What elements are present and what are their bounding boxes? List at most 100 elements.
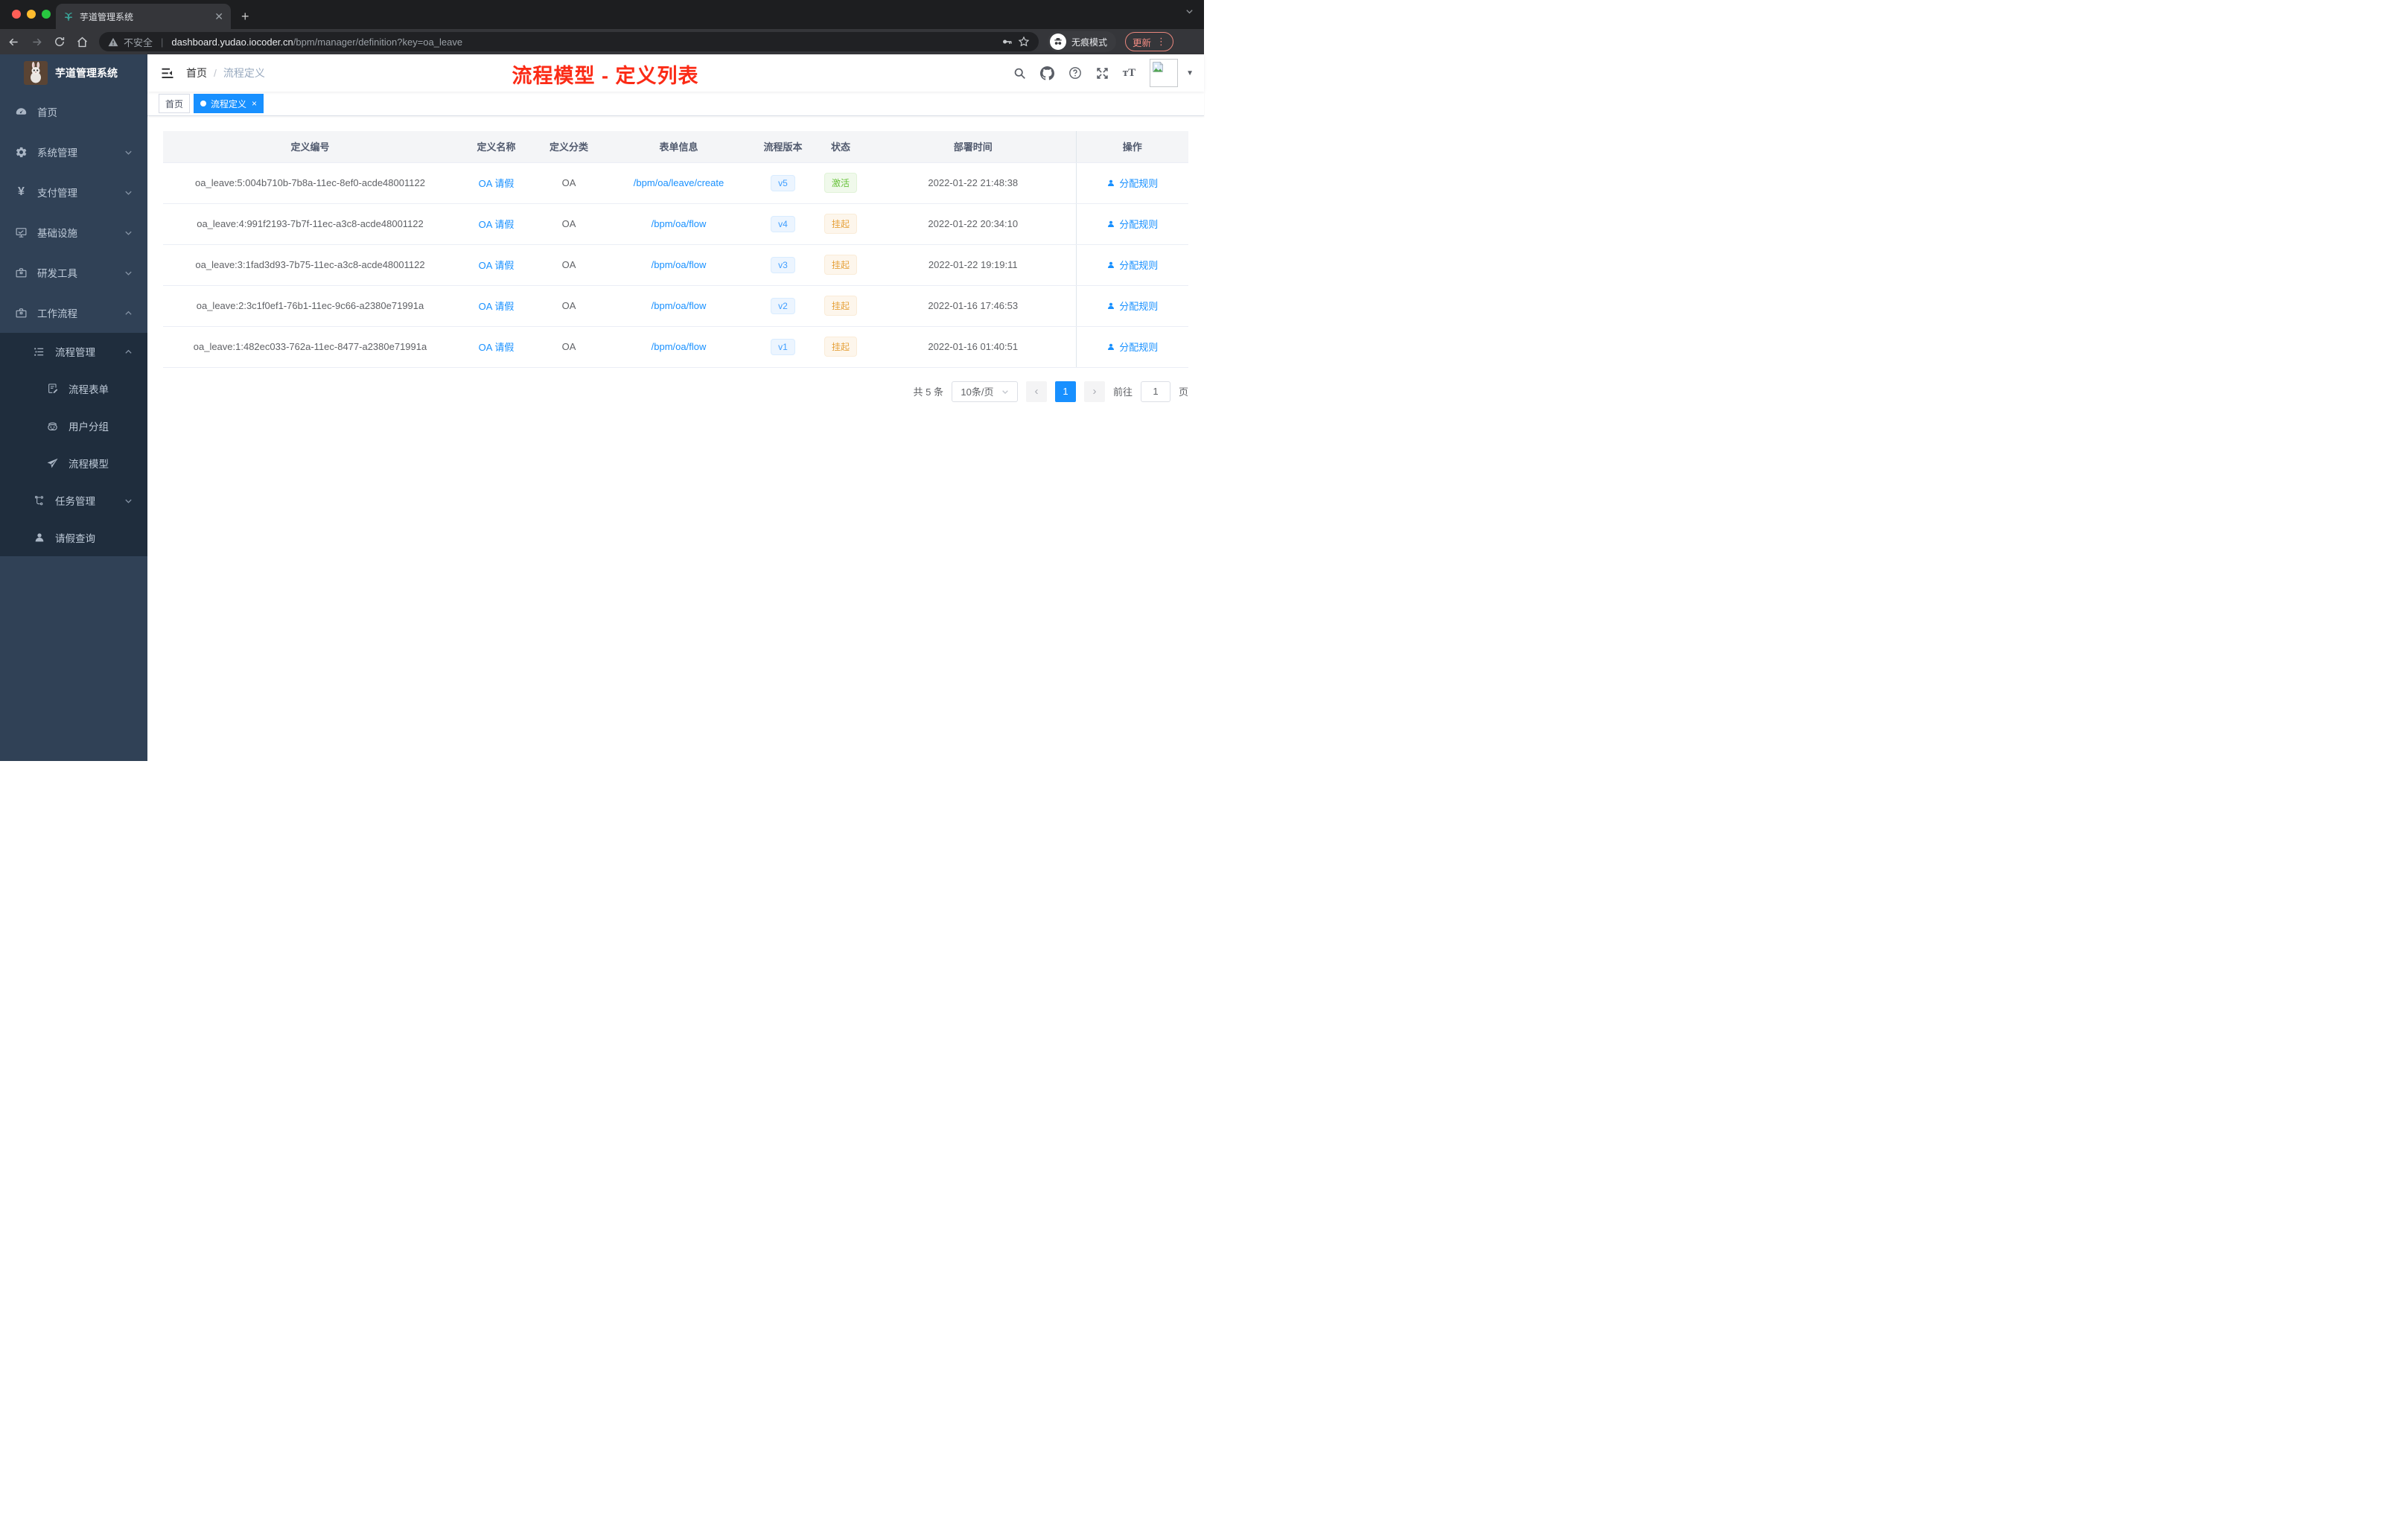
definition-name-link[interactable]: OA 请假: [479, 219, 515, 230]
search-icon[interactable]: [1013, 67, 1026, 80]
page-size-select[interactable]: 10条/页: [951, 380, 1018, 402]
version-badge: v1: [771, 338, 795, 355]
status-badge: 挂起: [824, 296, 857, 316]
favicon-plant-icon: [63, 11, 74, 22]
goto-page-input[interactable]: [1140, 380, 1170, 402]
sidebar-item-leave-query[interactable]: 请假查询: [0, 519, 147, 556]
form-link[interactable]: /bpm/oa/flow: [652, 218, 707, 229]
definition-name-link[interactable]: OA 请假: [479, 301, 515, 312]
sidebar-item-process-management[interactable]: 流程管理: [0, 333, 147, 370]
fullscreen-icon[interactable]: [1096, 67, 1109, 80]
home-icon[interactable]: [76, 36, 89, 48]
page-unit-label: 页: [1178, 386, 1188, 398]
task-tree-icon: [33, 494, 45, 506]
form-link[interactable]: /bpm/oa/leave/create: [634, 177, 724, 188]
minimize-window-button[interactable]: [27, 10, 36, 19]
sidebar-item-process-model[interactable]: 流程模型: [0, 445, 147, 482]
new-tab-button[interactable]: +: [241, 9, 249, 25]
goto-label: 前往: [1112, 386, 1133, 398]
chevron-down-icon: [124, 269, 133, 277]
status-badge: 挂起: [824, 214, 857, 234]
browser-update-button[interactable]: 更新 ⋮: [1125, 32, 1174, 51]
update-label[interactable]: 更新: [1133, 35, 1151, 49]
back-icon[interactable]: [7, 36, 20, 48]
tag-home[interactable]: 首页: [159, 94, 191, 113]
browser-tab[interactable]: 芋道管理系统 ✕: [56, 4, 231, 29]
browser-menu-icon[interactable]: ⋮: [1156, 36, 1166, 48]
tab-search-chevron-icon[interactable]: [1185, 7, 1194, 16]
avatar-caret-icon[interactable]: ▼: [1186, 69, 1194, 77]
tag-close-icon[interactable]: ×: [252, 98, 257, 109]
definition-table: 定义编号 定义名称 定义分类 表单信息 流程版本 状态 部署时间 操作 oa_l…: [163, 131, 1188, 368]
avatar[interactable]: [1150, 59, 1179, 87]
github-icon[interactable]: [1039, 66, 1054, 80]
incognito-label: 无痕模式: [1071, 36, 1108, 48]
assign-rule-link[interactable]: 分配规则: [1106, 299, 1158, 313]
sidebar-item-process-form[interactable]: 流程表单: [0, 370, 147, 407]
app-logo-row[interactable]: 芋道管理系统: [0, 54, 147, 92]
col-header-category: 定义分类: [535, 131, 602, 163]
prev-page-button[interactable]: ‹: [1025, 380, 1047, 402]
cell-category: OA: [535, 244, 602, 286]
reload-icon[interactable]: [54, 36, 66, 48]
page-number-1[interactable]: 1: [1054, 380, 1076, 402]
sidebar-item-task-management[interactable]: 任务管理: [0, 482, 147, 519]
breadcrumb-current: 流程定义: [223, 67, 265, 79]
person-icon: [1108, 343, 1115, 350]
version-badge: v4: [771, 215, 795, 232]
yen-icon: ¥: [18, 185, 25, 198]
form-link[interactable]: /bpm/oa/flow: [652, 300, 707, 311]
url-text[interactable]: dashboard.yudao.iocoder.cn/bpm/manager/d…: [171, 36, 462, 48]
tab-strip: 芋道管理系统 ✕ +: [0, 0, 1204, 29]
sidebar-item-system[interactable]: 系统管理: [0, 132, 147, 172]
person-icon: [1108, 302, 1115, 309]
incognito-icon: [1050, 34, 1066, 50]
cell-deploy-time: 2022-01-16 01:40:51: [870, 326, 1076, 368]
window-controls[interactable]: [12, 10, 51, 19]
url-domain: dashboard.yudao.iocoder.cn: [171, 36, 293, 48]
security-label[interactable]: 不安全: [124, 35, 153, 49]
bookmark-star-icon[interactable]: [1018, 36, 1030, 48]
help-icon[interactable]: [1068, 66, 1082, 80]
definition-name-link[interactable]: OA 请假: [479, 260, 515, 271]
assign-rule-link[interactable]: 分配规则: [1106, 340, 1158, 354]
incognito-badge: 无痕模式: [1048, 31, 1117, 52]
tab-title: 芋道管理系统: [80, 11, 134, 22]
form-link[interactable]: /bpm/oa/flow: [652, 341, 707, 352]
sidebar-item-user-group[interactable]: 用户分组: [0, 407, 147, 445]
definition-name-link[interactable]: OA 请假: [479, 342, 515, 353]
sidebar-item-label: 任务管理: [55, 496, 95, 507]
assign-rule-link[interactable]: 分配规则: [1106, 258, 1158, 272]
navbar: 首页 / 流程定义 流程模型 - 定义列表 ᴛT ▼: [147, 54, 1204, 92]
cell-category: OA: [535, 326, 602, 368]
monitor-icon: [15, 226, 28, 239]
font-size-icon[interactable]: ᴛT: [1123, 67, 1135, 80]
tab-close-icon[interactable]: ✕: [214, 10, 223, 23]
next-page-button[interactable]: ›: [1083, 380, 1105, 402]
col-header-deploy-time: 部署时间: [870, 131, 1076, 163]
close-window-button[interactable]: [12, 10, 21, 19]
forward-icon[interactable]: [31, 36, 43, 48]
workflow-submenu: 流程管理 流程表单 用户分组 流程模型 任务管理 请假查询: [0, 333, 147, 556]
sidebar-item-dev-tools[interactable]: 研发工具: [0, 252, 147, 293]
assign-rule-link[interactable]: 分配规则: [1106, 217, 1158, 231]
chevron-down-icon: [124, 148, 133, 156]
sidebar-item-label: 系统管理: [37, 147, 77, 159]
definition-name-link[interactable]: OA 请假: [479, 178, 515, 189]
person-icon: [1108, 261, 1115, 268]
breadcrumb: 首页 / 流程定义: [186, 66, 265, 80]
sidebar-item-payment[interactable]: ¥ 支付管理: [0, 172, 147, 212]
table-row: oa_leave:4:991f2193-7b7f-11ec-a3c8-acde4…: [163, 203, 1188, 245]
key-icon[interactable]: [1001, 36, 1013, 48]
assign-rule-link[interactable]: 分配规则: [1106, 176, 1158, 190]
maximize-window-button[interactable]: [42, 10, 51, 19]
address-bar[interactable]: 不安全 | dashboard.yudao.iocoder.cn/bpm/man…: [99, 32, 1039, 51]
form-link[interactable]: /bpm/oa/flow: [652, 259, 707, 270]
list-tree-icon: [33, 346, 45, 358]
sidebar-collapse-icon[interactable]: [147, 67, 186, 80]
sidebar-item-infrastructure[interactable]: 基础设施: [0, 212, 147, 252]
sidebar-item-workflow[interactable]: 工作流程: [0, 293, 147, 333]
breadcrumb-home[interactable]: 首页: [186, 66, 207, 80]
tag-process-definition[interactable]: 流程定义 ×: [194, 94, 264, 113]
sidebar-item-home[interactable]: 首页: [0, 92, 147, 132]
